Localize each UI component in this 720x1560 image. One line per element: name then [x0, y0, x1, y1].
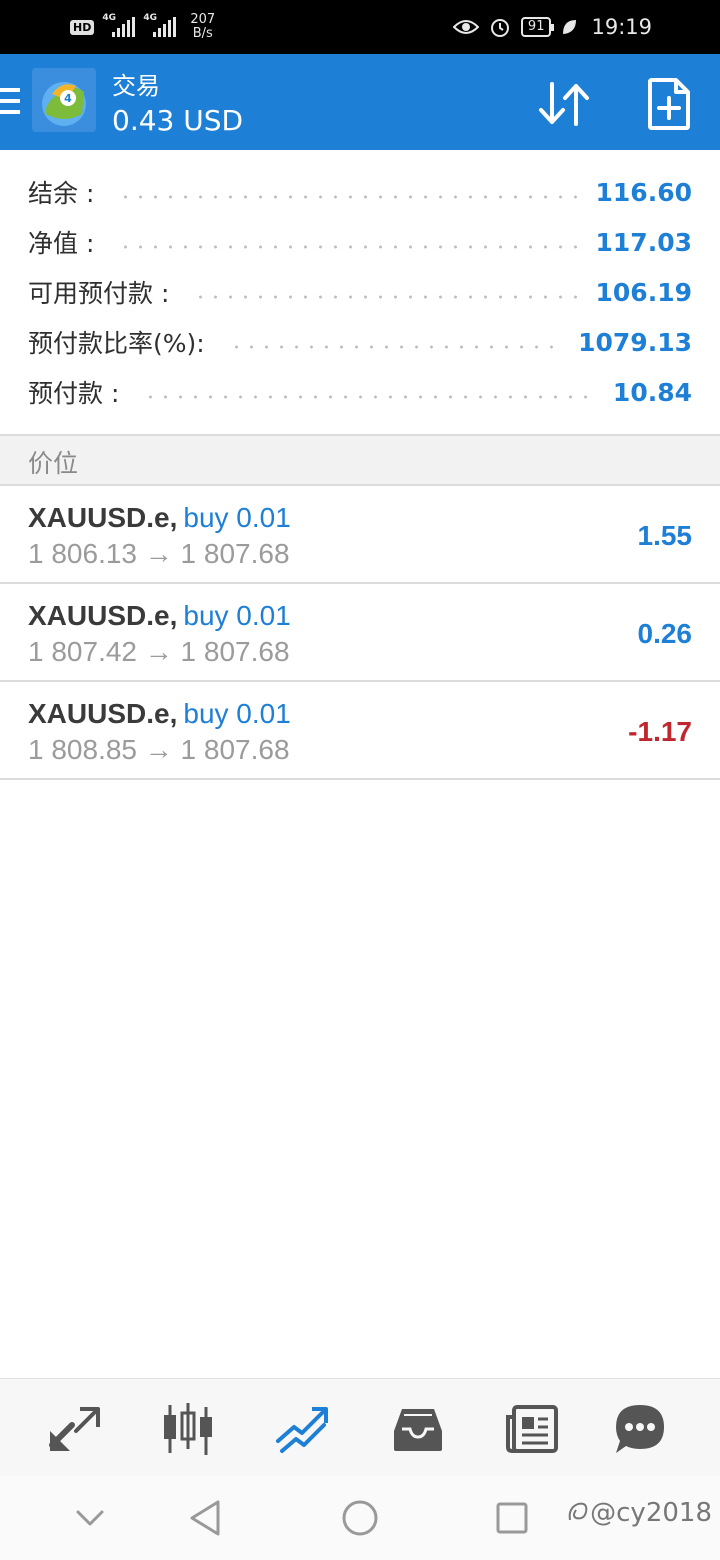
clock: 19:19 — [591, 15, 652, 39]
nav-charts[interactable] — [160, 1401, 216, 1457]
nav-history[interactable] — [390, 1401, 446, 1457]
bottom-navigation — [0, 1378, 720, 1476]
hd-badge: HD — [70, 19, 95, 35]
summary-label: 预付款 : — [28, 379, 120, 408]
home-circle-icon — [342, 1500, 378, 1536]
alarm-icon — [490, 19, 509, 37]
summary-row-margin: 预付款 : 10.84 — [28, 367, 692, 417]
position-prices: 1 807.42 → 1 807.68 — [28, 636, 290, 667]
position-profit: 0.26 — [637, 618, 693, 649]
network-type-label: 4G — [143, 13, 157, 23]
recents-button[interactable] — [492, 1498, 532, 1538]
summary-row-balance: 结余 : 116.60 — [28, 167, 692, 217]
account-profit: 0.43 USD — [112, 104, 244, 137]
summary-row-margin-level: 预付款比率(%): 1079.13 — [28, 317, 692, 367]
nav-quotes[interactable] — [46, 1401, 102, 1457]
dot-leader — [193, 295, 582, 299]
svg-text:4: 4 — [64, 92, 72, 105]
position-symbol: XAUUSD.e, buy 0.01 — [28, 698, 291, 729]
nav-trade[interactable] — [274, 1401, 330, 1457]
status-bar: HD 4G 4G 207 B/s 91 19:19 — [0, 0, 720, 54]
sort-arrows-icon — [539, 82, 589, 126]
menu-icon[interactable] — [0, 88, 20, 114]
nav-news[interactable] — [504, 1401, 560, 1457]
status-right: 91 19:19 — [452, 10, 652, 44]
summary-label: 净值 : — [28, 229, 95, 258]
summary-row-free-margin: 可用预付款 : 106.19 — [28, 267, 692, 317]
dot-leader — [118, 195, 582, 199]
position-symbol: XAUUSD.e, buy 0.01 — [28, 502, 291, 533]
status-left: HD 4G 4G 207 B/s — [70, 10, 215, 44]
battery-indicator: 91 — [520, 17, 554, 37]
back-button[interactable] — [186, 1498, 226, 1538]
back-triangle-icon — [190, 1500, 220, 1536]
page-title: 交易 — [112, 72, 160, 100]
quotes-arrows-icon — [49, 1407, 100, 1451]
trade-icon — [276, 1407, 328, 1453]
system-navigation-bar: @cy2018 — [0, 1476, 720, 1560]
signal-icon: 4G — [102, 13, 136, 37]
summary-label: 结余 : — [28, 179, 95, 208]
position-profit: 1.55 — [637, 520, 693, 551]
summary-value: 117.03 — [595, 227, 692, 257]
leaf-icon — [563, 20, 577, 34]
app-header: 4 交易 0.43 USD — [0, 54, 720, 150]
signal-icon: 4G — [143, 13, 177, 37]
dot-leader — [143, 395, 599, 399]
watermark: @cy2018 — [566, 1498, 712, 1528]
summary-value: 116.60 — [595, 177, 692, 207]
positions-section-header: 价位 — [0, 436, 720, 486]
chevron-down-icon — [76, 1510, 104, 1526]
network-speed: 207 B/s — [190, 12, 216, 41]
position-side: buy 0.01 — [183, 502, 291, 533]
summary-label: 可用预付款 : — [28, 279, 170, 308]
recents-square-icon — [496, 1502, 528, 1534]
position-side: buy 0.01 — [183, 600, 291, 631]
nav-chat[interactable] — [612, 1401, 668, 1457]
summary-value: 1079.13 — [578, 327, 692, 357]
sort-button[interactable] — [536, 76, 592, 132]
metatrader-logo-icon[interactable]: 4 — [32, 68, 96, 132]
position-side: buy 0.01 — [183, 698, 291, 729]
news-icon — [506, 1405, 558, 1453]
position-profit: -1.17 — [628, 716, 692, 747]
new-order-button[interactable] — [642, 76, 696, 132]
chat-icon — [616, 1405, 664, 1453]
position-row[interactable]: XAUUSD.e, buy 0.01 1 808.85 → 1 807.68 -1… — [0, 682, 720, 780]
home-button[interactable] — [340, 1498, 380, 1538]
section-title: 价位 — [28, 449, 79, 478]
dot-leader — [118, 245, 582, 249]
summary-label: 预付款比率(%): — [28, 329, 205, 358]
candlestick-chart-icon — [164, 1403, 212, 1455]
hide-nav-button[interactable] — [70, 1498, 110, 1538]
position-prices: 1 808.85 → 1 807.68 — [28, 734, 290, 765]
position-row[interactable]: XAUUSD.e, buy 0.01 1 807.42 → 1 807.68 0.… — [0, 584, 720, 682]
position-symbol: XAUUSD.e, buy 0.01 — [28, 600, 291, 631]
position-prices: 1 806.13 → 1 807.68 — [28, 538, 290, 569]
dot-leader — [228, 345, 565, 349]
summary-value: 10.84 — [612, 377, 692, 407]
position-row[interactable]: XAUUSD.e, buy 0.01 1 806.13 → 1 807.68 1.… — [0, 486, 720, 584]
history-inbox-icon — [394, 1409, 442, 1451]
network-type-label: 4G — [102, 13, 116, 23]
watermark-logo-icon — [568, 1502, 588, 1521]
new-document-icon — [648, 78, 690, 130]
summary-row-equity: 净值 : 117.03 — [28, 217, 692, 267]
eye-icon — [452, 20, 479, 34]
summary-value: 106.19 — [595, 277, 692, 307]
account-summary: 结余 : 116.60 净值 : 117.03 可用预付款 : 106.19 预… — [0, 150, 720, 436]
